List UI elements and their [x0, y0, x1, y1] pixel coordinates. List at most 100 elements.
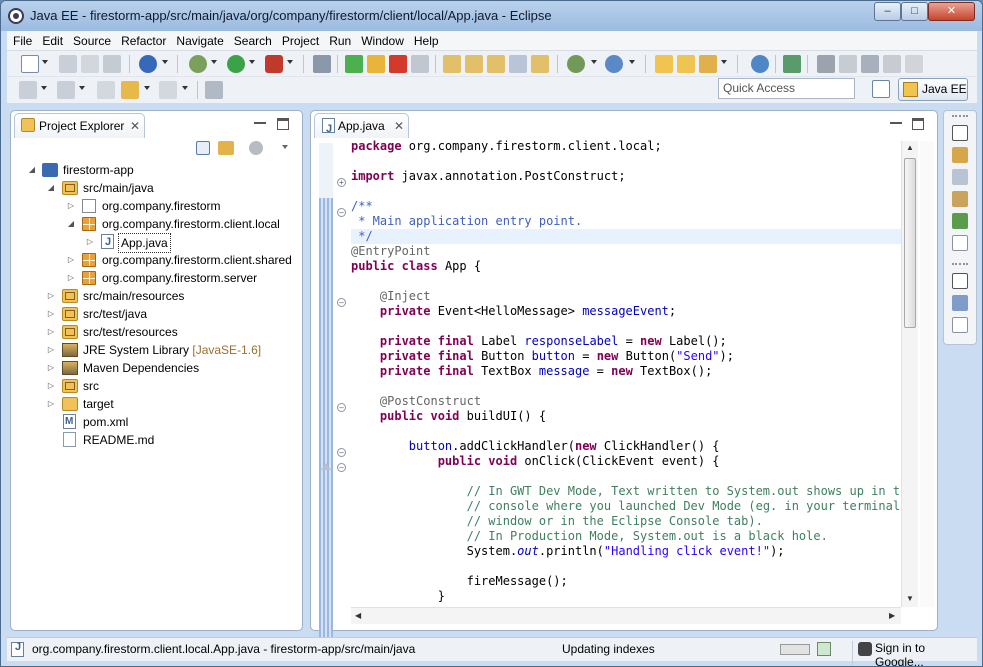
- title-bar[interactable]: Java EE - firestorm-app/src/main/java/or…: [1, 1, 982, 31]
- menu-project[interactable]: Project: [277, 31, 324, 51]
- code-line[interactable]: public void buildUI() {: [351, 409, 546, 424]
- code-line[interactable]: // In Production Mode, System.out is a b…: [351, 529, 828, 544]
- skip-breakpoints-icon[interactable]: [313, 55, 331, 73]
- code-line[interactable]: /**: [351, 199, 373, 214]
- menu-window[interactable]: Window: [356, 31, 409, 51]
- sign-in-to-google-button[interactable]: Sign in to Google...: [852, 641, 977, 666]
- back-icon[interactable]: [121, 81, 139, 99]
- expand-arrow-icon[interactable]: ▷: [85, 233, 95, 251]
- view-menu-icon[interactable]: [282, 145, 288, 149]
- code-line[interactable]: // console where you launched Dev Mode (…: [351, 499, 901, 514]
- next-annotation-dropdown-icon[interactable]: [41, 86, 47, 90]
- save-all-icon[interactable]: [81, 55, 99, 73]
- new-java-class-dropdown-icon[interactable]: [629, 60, 635, 64]
- next-annotation-icon[interactable]: [19, 81, 37, 99]
- new-icon[interactable]: [21, 55, 39, 73]
- scroll-right-arrow-icon[interactable]: ▶: [889, 611, 895, 620]
- code-line[interactable]: public void onClick(ClickEvent event) {: [351, 454, 720, 469]
- step-into-icon[interactable]: [443, 55, 461, 73]
- expand-arrow-icon[interactable]: ▷: [66, 197, 76, 215]
- expand-arrow-icon[interactable]: ▷: [46, 395, 56, 413]
- overview-ruler[interactable]: [920, 141, 934, 607]
- restore-icon[interactable]: [952, 273, 968, 289]
- step-return-icon[interactable]: [487, 55, 505, 73]
- run-icon[interactable]: [227, 55, 245, 73]
- menu-edit[interactable]: Edit: [37, 31, 68, 51]
- code-line[interactable]: // window or in the Eclipse Console tab)…: [351, 514, 763, 529]
- close-icon[interactable]: ✕: [130, 114, 140, 138]
- editor-vertical-scrollbar[interactable]: ▲ ▼: [901, 141, 918, 607]
- new-dropdown-icon[interactable]: [42, 60, 48, 64]
- tab-project-explorer[interactable]: Project Explorer ✕: [14, 113, 145, 138]
- toggle-mark-occurrences-icon[interactable]: [861, 55, 879, 73]
- resume-icon[interactable]: [345, 55, 363, 73]
- expand-arrow-icon[interactable]: ▷: [46, 305, 56, 323]
- deploy-icon[interactable]: [783, 55, 801, 73]
- pin-editor-icon[interactable]: [205, 81, 223, 99]
- servers-view-icon[interactable]: [952, 147, 968, 163]
- server-icon[interactable]: [139, 55, 157, 73]
- drop-to-frame-icon[interactable]: [509, 55, 527, 73]
- focus-on-active-task-icon[interactable]: [249, 141, 263, 155]
- code-line[interactable]: }: [351, 589, 445, 604]
- open-perspective-icon[interactable]: [872, 80, 890, 98]
- code-line[interactable]: private Event<HelloMessage> messageEvent…: [351, 304, 676, 319]
- previous-annotation-dropdown-icon[interactable]: [79, 86, 85, 90]
- collapse-all-icon[interactable]: [196, 141, 210, 155]
- menu-search[interactable]: Search: [229, 31, 277, 51]
- editor-horizontal-scrollbar[interactable]: ◀ ▶: [351, 607, 901, 624]
- fold-collapse-icon[interactable]: –: [337, 463, 346, 472]
- code-line[interactable]: @PostConstruct: [351, 394, 481, 409]
- progress-view-icon[interactable]: [817, 642, 831, 656]
- new-server-dropdown-icon[interactable]: [591, 60, 597, 64]
- maximize-button[interactable]: □: [901, 2, 928, 21]
- menu-help[interactable]: Help: [409, 31, 444, 51]
- code-line[interactable]: import javax.annotation.PostConstruct;: [351, 169, 626, 184]
- code-editor[interactable]: package org.company.firestorm.client.loc…: [351, 139, 901, 609]
- fold-collapse-icon[interactable]: –: [337, 403, 346, 412]
- code-line[interactable]: fireMessage();: [351, 574, 568, 589]
- disconnect-icon[interactable]: [411, 55, 429, 73]
- open-task-icon[interactable]: [677, 55, 695, 73]
- debug-dropdown-icon[interactable]: [211, 60, 217, 64]
- problems-view-icon[interactable]: [952, 191, 968, 207]
- external-tools-dropdown-icon[interactable]: [287, 60, 293, 64]
- scroll-up-arrow-icon[interactable]: ▲: [906, 143, 914, 152]
- code-line[interactable]: @Inject: [351, 289, 431, 304]
- tab-app-java[interactable]: App.java ✕: [314, 113, 409, 141]
- maximize-view-icon[interactable]: [277, 118, 289, 130]
- code-line[interactable]: private final Label responseLabel = new …: [351, 334, 727, 349]
- last-edit-location-icon[interactable]: [97, 81, 115, 99]
- code-line[interactable]: @EntryPoint: [351, 244, 430, 259]
- code-line[interactable]: private final Button button = new Button…: [351, 349, 734, 364]
- expand-arrow-icon[interactable]: ▷: [66, 269, 76, 287]
- previous-annotation-icon[interactable]: [57, 81, 75, 99]
- web-browser-icon[interactable]: [751, 55, 769, 73]
- back-dropdown-icon[interactable]: [144, 86, 150, 90]
- code-line[interactable]: button.addClickHandler(new ClickHandler(…: [351, 439, 720, 454]
- step-over-icon[interactable]: [465, 55, 483, 73]
- console-view-icon[interactable]: [952, 317, 968, 333]
- annotation-prev-icon[interactable]: [817, 55, 835, 73]
- scrollbar-thumb[interactable]: [904, 158, 916, 328]
- menu-file[interactable]: File: [7, 31, 37, 51]
- minimize-view-icon[interactable]: [254, 118, 266, 124]
- print-icon[interactable]: [103, 55, 121, 73]
- use-step-filters-icon[interactable]: [531, 55, 549, 73]
- restore-icon[interactable]: [952, 125, 968, 141]
- expand-arrow-icon[interactable]: ▷: [46, 341, 56, 359]
- menu-source[interactable]: Source: [68, 31, 116, 51]
- code-line[interactable]: package org.company.firestorm.client.loc…: [351, 139, 662, 154]
- debug-icon[interactable]: [189, 55, 207, 73]
- code-line[interactable]: System.out.println("Handling click event…: [351, 544, 785, 559]
- collapse-arrow-icon[interactable]: ◢: [27, 161, 37, 179]
- quick-access-input[interactable]: Quick Access: [718, 78, 855, 99]
- close-icon[interactable]: ✕: [394, 114, 404, 138]
- snippets-view-icon[interactable]: [952, 235, 968, 251]
- forward-dropdown-icon[interactable]: [182, 86, 188, 90]
- forward-icon[interactable]: [159, 81, 177, 99]
- annotation-next-icon[interactable]: [839, 55, 857, 73]
- fold-collapse-icon[interactable]: –: [337, 298, 346, 307]
- run-dropdown-icon[interactable]: [249, 60, 255, 64]
- terminate-icon[interactable]: [389, 55, 407, 73]
